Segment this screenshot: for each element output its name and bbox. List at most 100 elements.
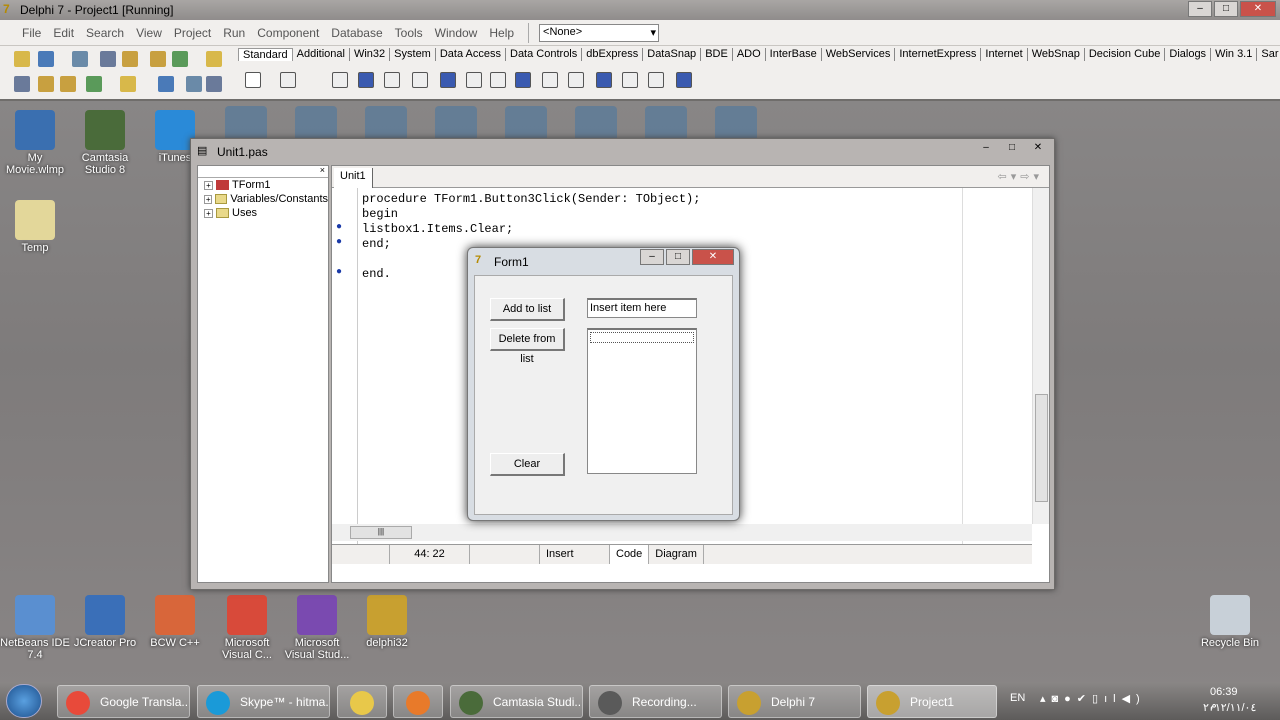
taskbar-item[interactable]: Recording... — [589, 685, 722, 718]
toolbar-button-icon[interactable] — [206, 51, 222, 67]
add-to-list-button[interactable]: Add to list — [490, 298, 565, 321]
breakpoint-dot-icon[interactable]: ● — [336, 237, 342, 248]
tab-code[interactable]: Code — [610, 545, 650, 564]
toolbar-button-icon[interactable] — [150, 51, 166, 67]
expand-icon[interactable]: + — [204, 208, 213, 218]
delete-from-list-button[interactable]: Delete from list — [490, 328, 565, 365]
menu-view[interactable]: View — [130, 26, 168, 40]
breakpoint-dot-icon[interactable]: ● — [336, 267, 342, 278]
component-icon[interactable] — [596, 72, 612, 88]
tab-unit1[interactable]: Unit1 — [334, 168, 373, 188]
palette-tab-win32[interactable]: Win32 — [350, 48, 391, 61]
desktop-app-icon[interactable] — [295, 106, 337, 142]
palette-tab-additional[interactable]: Additional — [293, 48, 350, 61]
menu-search[interactable]: Search — [80, 26, 130, 40]
toolbar-button-icon[interactable] — [86, 76, 102, 92]
palette-tab-internetexpress[interactable]: InternetExpress — [895, 48, 982, 61]
vertical-scrollbar[interactable] — [1032, 188, 1049, 524]
component-icon[interactable] — [440, 72, 456, 88]
code-line[interactable]: procedure TForm1.Button3Click(Sender: TO… — [362, 192, 700, 207]
unit-minimize-button[interactable]: – — [974, 141, 998, 157]
palette-tab-data-access[interactable]: Data Access — [436, 48, 506, 61]
component-icon[interactable] — [466, 72, 482, 88]
code-line[interactable]: listbox1.Items.Clear; — [362, 222, 513, 237]
navigate-arrows-icon[interactable]: ⇦▾⇨▾ — [998, 170, 1043, 183]
toolbar-button-icon[interactable] — [72, 51, 88, 67]
code-line[interactable]: end. — [362, 267, 391, 282]
desktop-app-icon[interactable] — [225, 106, 267, 142]
desktop-icon[interactable]: JCreator Pro — [70, 595, 140, 649]
component-icon[interactable] — [568, 72, 584, 88]
desktop-icon[interactable]: Microsoft Visual Stud... — [282, 595, 352, 661]
maximize-button[interactable]: □ — [1214, 1, 1238, 17]
component-icon[interactable] — [280, 72, 296, 88]
desktop-icon[interactable]: My Movie.wlmp — [0, 110, 70, 176]
desktop-icon[interactable]: Temp — [0, 200, 70, 254]
palette-tab-datasnap[interactable]: DataSnap — [643, 48, 702, 61]
unit-maximize-button[interactable]: □ — [1000, 141, 1024, 157]
expand-icon[interactable]: + — [204, 180, 213, 190]
tree-node[interactable]: + Variables/Constants — [198, 192, 328, 206]
desktop-app-icon[interactable] — [365, 106, 407, 142]
code-line[interactable]: begin — [362, 207, 398, 222]
menu-edit[interactable]: Edit — [47, 26, 80, 40]
clock-date[interactable]: ٢٠١٢/١١/٠٤ — [1203, 701, 1256, 714]
menu-window[interactable]: Window — [429, 26, 484, 40]
item-input[interactable]: Insert item here — [587, 298, 697, 318]
palette-tab-system[interactable]: System — [390, 48, 436, 61]
component-icon[interactable] — [676, 72, 692, 88]
taskbar-item[interactable]: Camtasia Studi... — [450, 685, 583, 718]
taskbar-item[interactable] — [337, 685, 387, 718]
minimize-button[interactable]: – — [1188, 1, 1212, 17]
component-icon[interactable] — [515, 72, 531, 88]
tree-node[interactable]: + TForm1 — [198, 178, 328, 192]
desktop-icon[interactable]: BCW C++ — [140, 595, 210, 649]
toolbar-button-icon[interactable] — [122, 51, 138, 67]
tab-diagram[interactable]: Diagram — [649, 545, 704, 564]
language-indicator[interactable]: EN — [1010, 692, 1025, 704]
menu-run[interactable]: Run — [217, 26, 251, 40]
unit-close-button[interactable]: ✕ — [1026, 141, 1050, 157]
toolbar-button-icon[interactable] — [120, 76, 136, 92]
component-icon[interactable] — [358, 72, 374, 88]
component-icon[interactable] — [490, 72, 506, 88]
form-close-button[interactable]: ✕ — [692, 249, 734, 265]
component-icon[interactable] — [332, 72, 348, 88]
desktop-app-icon[interactable] — [715, 106, 757, 142]
palette-tab-dbexpress[interactable]: dbExpress — [582, 48, 644, 61]
breakpoint-dot-icon[interactable]: ● — [336, 222, 342, 233]
taskbar-item[interactable]: Delphi 7 — [728, 685, 861, 718]
desktop-icon[interactable]: NetBeans IDE 7.4 — [0, 595, 70, 661]
desktop-app-icon[interactable] — [435, 106, 477, 142]
palette-tab-sar[interactable]: Sar — [1257, 48, 1280, 61]
toolbar-button-icon[interactable] — [206, 76, 222, 92]
desktop-app-icon[interactable] — [575, 106, 617, 142]
toolbar-button-icon[interactable] — [100, 51, 116, 67]
clear-button[interactable]: Clear — [490, 453, 565, 476]
desktop-icon[interactable]: Microsoft Visual C... — [212, 595, 282, 661]
toolbar-button-icon[interactable] — [38, 76, 54, 92]
palette-tab-data-controls[interactable]: Data Controls — [506, 48, 583, 61]
desktop-icon[interactable]: Recycle Bin — [1195, 595, 1265, 649]
toolbar-button-icon[interactable] — [172, 51, 188, 67]
component-icon[interactable] — [412, 72, 428, 88]
palette-tab-websnap[interactable]: WebSnap — [1028, 48, 1085, 61]
toolbar-button-icon[interactable] — [60, 76, 76, 92]
palette-tab-win-3-1[interactable]: Win 3.1 — [1211, 48, 1258, 61]
code-line[interactable]: end; — [362, 237, 391, 252]
start-button[interactable] — [6, 684, 42, 718]
tray-icons[interactable]: ▴◙●✔▯ıl◀) — [1040, 692, 1146, 705]
taskbar-item[interactable]: Google Transla... — [57, 685, 190, 718]
component-combo[interactable]: <None> — [539, 23, 660, 42]
menu-help[interactable]: Help — [483, 26, 520, 40]
component-icon[interactable] — [245, 72, 261, 88]
desktop-icon[interactable]: Camtasia Studio 8 — [70, 110, 140, 176]
desktop-app-icon[interactable] — [645, 106, 687, 142]
palette-tab-ado[interactable]: ADO — [733, 48, 766, 61]
form-maximize-button[interactable]: □ — [666, 249, 690, 265]
palette-tab-decision-cube[interactable]: Decision Cube — [1085, 48, 1166, 61]
palette-tab-dialogs[interactable]: Dialogs — [1165, 48, 1212, 61]
listbox1[interactable] — [587, 328, 697, 474]
component-icon[interactable] — [542, 72, 558, 88]
taskbar-item[interactable]: Skype™ - hitma... — [197, 685, 330, 718]
